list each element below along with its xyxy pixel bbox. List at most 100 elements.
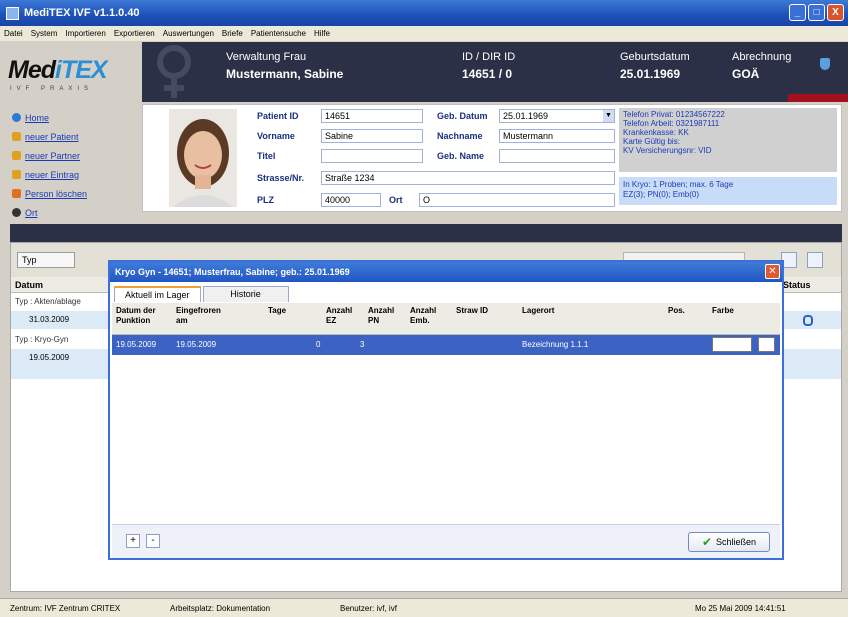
column-status[interactable]: Status [783, 280, 811, 290]
remove-row-button[interactable]: - [146, 534, 160, 548]
geb-datum-field[interactable]: 25.01.1969 ▼ [499, 109, 615, 123]
header-name-value: Mustermann, Sabine [226, 67, 344, 81]
window-titlebar: MediTEX IVF v1.1.0.40 _ □ X [0, 0, 848, 26]
typ-filter-select[interactable]: Typ [17, 252, 75, 268]
group-row-akten[interactable]: Typ : Akten/ablage [11, 295, 111, 309]
status-zentrum: Zentrum: IVF Zentrum CRITEX [10, 603, 121, 613]
undo-icon[interactable] [758, 337, 775, 352]
logo-subtitle: IVF PRAXIS [10, 86, 94, 92]
plz-label: PLZ [257, 195, 274, 205]
column-anzahl-ez[interactable]: Anzahl EZ [326, 306, 352, 326]
contact-info-box: Telefon Privat: 01234567222 Telefon Arbe… [619, 108, 837, 172]
kryo-gyn-dialog: Kryo Gyn - 14651; Musterfrau, Sabine; ge… [108, 260, 784, 560]
column-anzahl-emb[interactable]: Anzahl Emb. [410, 306, 440, 326]
status-bar: Zentrum: IVF Zentrum CRITEX Arbeitsplatz… [0, 598, 848, 617]
nachname-field[interactable]: Mustermann [499, 129, 615, 143]
nav-new-partner[interactable]: neuer Partner [12, 148, 87, 163]
kryo-info-box: In Kryo: 1 Proben; max. 6 Tage EZ(3); PN… [619, 177, 837, 205]
dialog-close-button[interactable]: ✕ [765, 264, 780, 279]
column-farbe[interactable]: Farbe [712, 306, 734, 316]
patient-details-panel: Patient ID 14651 Vorname Sabine Titel St… [142, 104, 842, 212]
nav-ort[interactable]: Ort [12, 205, 87, 220]
group-row-kryo[interactable]: Typ : Kryo-Gyn [11, 333, 111, 347]
close-window-button[interactable]: X [827, 4, 844, 21]
geb-name-label: Geb. Name [437, 151, 485, 161]
side-navigation: Home neuer Patient neuer Partner neuer E… [12, 110, 87, 224]
column-eingefroren[interactable]: Eingefroren am [176, 306, 230, 326]
new-patient-icon [12, 132, 21, 141]
column-lagerort[interactable]: Lagerort [522, 306, 554, 316]
column-anzahl-pn[interactable]: Anzahl PN [368, 306, 394, 326]
menu-item-patientensuche[interactable]: Patientensuche [251, 29, 306, 38]
attachment-icon[interactable] [803, 315, 813, 326]
female-symbol-icon [157, 45, 191, 98]
titel-field[interactable] [321, 149, 423, 163]
dialog-table-header: Datum der Punktion Eingefroren am Tage A… [112, 303, 780, 335]
new-entry-icon [12, 170, 21, 179]
column-datum[interactable]: Datum [15, 280, 43, 290]
nav-new-entry[interactable]: neuer Eintrag [12, 167, 87, 182]
patient-header: Verwaltung Frau Mustermann, Sabine ID / D… [142, 42, 848, 102]
column-straw-id[interactable]: Straw ID [456, 306, 488, 316]
column-datum-punktion[interactable]: Datum der Punktion [116, 306, 170, 326]
dialog-title: Kryo Gyn - 14651; Musterfrau, Sabine; ge… [110, 262, 782, 282]
strasse-field[interactable]: Straße 1234 [321, 171, 615, 185]
minimize-button[interactable]: _ [789, 4, 806, 21]
shield-icon [820, 58, 830, 70]
header-billing-label: Abrechnung [732, 51, 792, 63]
add-row-button[interactable]: + [126, 534, 140, 548]
selected-table-row[interactable]: 19.05.2009 19.05.2009 0 3 Bezeichnung 1.… [112, 335, 780, 355]
column-tage[interactable]: Tage [268, 306, 286, 316]
menu-item-auswertungen[interactable]: Auswertungen [163, 29, 214, 38]
checkmark-icon: ✔ [701, 535, 713, 549]
plz-field[interactable]: 40000 [321, 193, 381, 207]
status-datetime: Mo 25 Mai 2009 14:41:51 [695, 603, 786, 613]
patient-id-label: Patient ID [257, 111, 299, 121]
header-billing-value: GOÄ [732, 67, 760, 81]
app-logo: MediTEX [8, 56, 108, 84]
color-picker-field[interactable] [712, 337, 752, 352]
tab-aktuell-im-lager[interactable]: Aktuell im Lager [114, 286, 201, 302]
nav-new-patient[interactable]: neuer Patient [12, 129, 87, 144]
header-id-label: ID / DIR ID [462, 51, 516, 63]
vorname-field[interactable]: Sabine [321, 129, 423, 143]
geb-name-field[interactable] [499, 149, 615, 163]
nav-delete-person[interactable]: Person löschen [12, 186, 87, 201]
section-divider [10, 224, 842, 242]
geb-datum-label: Geb. Datum [437, 111, 488, 121]
app-icon [6, 6, 19, 20]
nachname-label: Nachname [437, 131, 483, 141]
ort-field[interactable]: O [419, 193, 615, 207]
new-partner-icon [12, 151, 21, 160]
vorname-label: Vorname [257, 131, 295, 141]
chevron-down-icon[interactable]: ▼ [603, 110, 614, 122]
menu-bar: Datei System Importieren Exportieren Aus… [0, 26, 848, 41]
schliessen-button[interactable]: ✔ Schließen [688, 532, 770, 552]
maximize-button[interactable]: □ [808, 4, 825, 21]
home-icon [12, 113, 21, 122]
patient-id-field[interactable]: 14651 [321, 109, 423, 123]
header-dob-label: Geburtsdatum [620, 51, 690, 63]
patient-photo [169, 109, 237, 207]
nav-home[interactable]: Home [12, 110, 87, 125]
menu-item-exportieren[interactable]: Exportieren [114, 29, 155, 38]
menu-item-importieren[interactable]: Importieren [65, 29, 105, 38]
status-benutzer: Benutzer: ivf, ivf [340, 603, 397, 613]
menu-item-hilfe[interactable]: Hilfe [314, 29, 330, 38]
delete-person-icon [12, 189, 21, 198]
header-name-label: Verwaltung Frau [226, 51, 307, 63]
grid-button-2[interactable] [807, 252, 823, 268]
globe-icon [12, 208, 21, 217]
titel-label: Titel [257, 151, 276, 161]
menu-item-datei[interactable]: Datei [4, 29, 23, 38]
ort-label: Ort [389, 195, 403, 205]
status-arbeitsplatz: Arbeitsplatz: Dokumentation [170, 603, 271, 613]
header-dob-value: 25.01.1969 [620, 67, 681, 81]
strasse-label: Strasse/Nr. [257, 173, 305, 183]
menu-item-briefe[interactable]: Briefe [222, 29, 243, 38]
tab-historie[interactable]: Historie [202, 286, 289, 302]
header-id-value: 14651 / 0 [462, 67, 513, 81]
menu-item-system[interactable]: System [31, 29, 58, 38]
window-title: MediTEX IVF v1.1.0.40 [24, 7, 140, 19]
column-pos[interactable]: Pos. [668, 306, 685, 316]
